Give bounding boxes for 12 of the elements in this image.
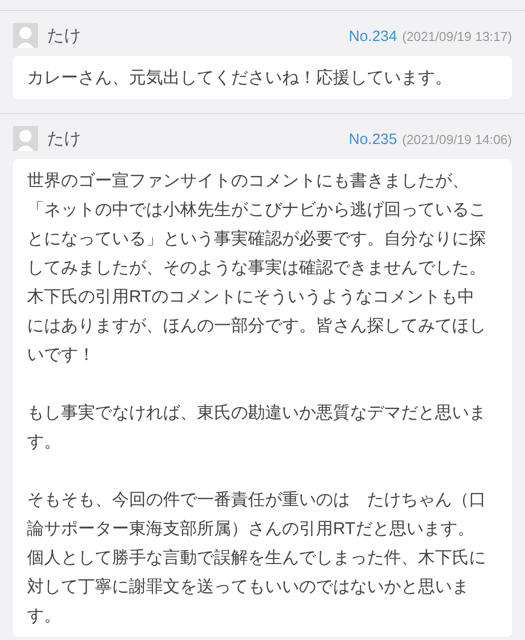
author-name: たけ [47,24,81,47]
comment-number-link[interactable]: No.234 [348,26,398,49]
comment-date: (2021/09/19 14:06) [402,131,512,150]
comment-text: 世界のゴー宣ファンサイトのコメントにも書きましたが、「ネットの中では小林先生がこびナビから逃げ回っていることになっている」という事実確認が必要です。自分なりに探してみましたが、そのような事実は確認できませんでした。木下氏の引用RTのコメントにそういうようなコメントも中にはありますが、ほんの一部分です。皆さん探してみてほしいです！ [27,170,487,366]
comment-date: (2021/09/19 13:17) [402,28,512,46]
comment-text: カレーさん、元気出してくださいね！応援しています。 [27,67,453,89]
comment-text: もし事実でなければ、東氏の勘違いか悪質なデマだと思います。 [27,402,487,453]
comment-number-link[interactable]: No.235 [348,129,398,152]
comment-text: そもそも、今回の件で一番責任が重いのは たけちゃん（口論サポーター東海支部所属）さんの引用RTだと思います。個人として勝手な言動で誤解を生んでしまった件、木下氏に対して丁寧に謝罪文を送ってもいいのではないかと思います。 [27,489,487,627]
avatar-icon [13,23,38,48]
avatar-icon [13,126,38,151]
author-name: たけ [47,128,81,150]
